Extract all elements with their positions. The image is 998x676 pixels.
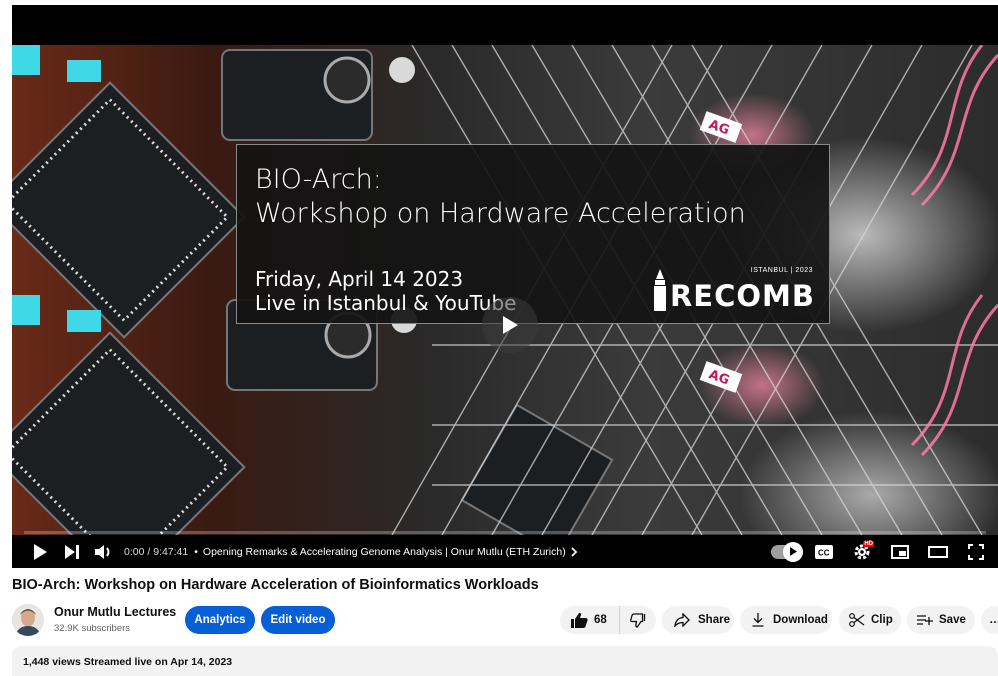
thumbs-up-icon	[570, 612, 588, 628]
card-title-line1: BIO-Arch:	[255, 164, 382, 195]
play-icon	[34, 543, 47, 560]
captions-icon: CC	[815, 544, 833, 559]
play-icon	[503, 316, 518, 334]
logo-city: ISTANBUL | 2023	[750, 267, 813, 274]
autoplay-play-icon	[790, 547, 797, 556]
subscriber-count: 32.9K subscribers	[54, 623, 131, 634]
hd-badge: HD	[863, 541, 874, 547]
share-button[interactable]: Share	[662, 606, 734, 634]
settings-button[interactable]: HD	[846, 535, 878, 568]
fullscreen-icon	[968, 543, 984, 560]
player-controls: 0:00 / 9:47:41 • Opening Remarks & Accel…	[12, 535, 998, 568]
like-count: 68	[594, 614, 607, 626]
play-button[interactable]	[24, 535, 56, 568]
scissors-icon	[849, 613, 865, 627]
save-label: Save	[939, 614, 966, 626]
download-label: Download	[773, 614, 828, 626]
theater-icon	[928, 545, 948, 558]
more-icon: …	[989, 614, 998, 626]
fullscreen-button[interactable]	[960, 535, 992, 568]
like-button[interactable]: 68	[560, 606, 620, 634]
next-button[interactable]	[56, 535, 88, 568]
right-controls: CC HD	[770, 535, 992, 568]
avatar[interactable]	[12, 604, 44, 636]
channel-row: Onur Mutlu Lectures 32.9K subscribers An…	[12, 603, 998, 639]
view-stats: 1,448 views Streamed live on Apr 14, 202…	[23, 656, 233, 668]
video-title: BIO-Arch: Workshop on Hardware Accelerat…	[12, 577, 539, 593]
card-date: Friday, April 14 2023	[255, 267, 464, 291]
big-play-button[interactable]	[482, 297, 538, 353]
like-dislike-group: 68	[560, 606, 656, 634]
chapter-label: Opening Remarks & Accelerating Genome An…	[202, 545, 566, 558]
playlist-add-icon	[917, 614, 933, 626]
video-player[interactable]: AG AG BIO-Arch: Workshop on Hardware Acc…	[12, 5, 998, 568]
clip-label: Clip	[871, 614, 893, 626]
recomb-logo: ISTANBUL | 2023 RECOMB	[643, 267, 815, 313]
share-label: Share	[698, 614, 730, 626]
autoplay-toggle[interactable]	[770, 535, 803, 568]
theater-button[interactable]	[922, 535, 954, 568]
volume-icon	[95, 544, 110, 559]
logo-word: RECOMB	[669, 279, 815, 313]
video-frame[interactable]: AG AG BIO-Arch: Workshop on Hardware Acc…	[12, 45, 998, 535]
dislike-button[interactable]	[620, 606, 656, 634]
captions-button[interactable]: CC	[808, 535, 840, 568]
download-button[interactable]: Download	[740, 606, 832, 634]
download-icon	[752, 613, 764, 627]
next-icon	[65, 544, 79, 559]
card-title: BIO-Arch: Workshop on Hardware Accelerat…	[255, 163, 746, 231]
more-actions-button[interactable]: …	[981, 606, 998, 634]
analytics-button[interactable]: Analytics	[185, 606, 255, 634]
autoplay-track	[771, 541, 803, 562]
card-title-line2: Workshop on Hardware Acceleration	[255, 198, 746, 229]
description-box[interactable]: 1,448 views Streamed live on Apr 14, 202…	[12, 646, 998, 676]
thumbs-down-icon	[629, 612, 646, 628]
clip-button[interactable]: Clip	[839, 606, 901, 634]
volume-button[interactable]	[88, 535, 120, 568]
edit-video-button[interactable]: Edit video	[261, 606, 335, 634]
channel-name[interactable]: Onur Mutlu Lectures	[54, 605, 176, 619]
share-icon	[674, 613, 690, 627]
chevron-right-icon	[571, 546, 577, 557]
svg-text:CC: CC	[818, 548, 830, 557]
card-location: Live in Istanbul & YouTube	[255, 291, 517, 315]
miniplayer-button[interactable]	[884, 535, 916, 568]
chapter-separator: •	[194, 545, 198, 558]
chapter-title[interactable]: • Opening Remarks & Accelerating Genome …	[194, 546, 577, 558]
autoplay-knob	[783, 541, 803, 562]
time-display: 0:00 / 9:47:41	[124, 545, 189, 558]
title-card: BIO-Arch: Workshop on Hardware Accelerat…	[236, 144, 830, 324]
card-subtitle: Friday, April 14 2023 Live in Istanbul &…	[255, 267, 516, 315]
progress-bar[interactable]	[24, 531, 986, 534]
tower-icon	[654, 269, 666, 311]
channel-avatar-image	[12, 604, 44, 636]
miniplayer-icon	[891, 544, 909, 559]
save-button[interactable]: Save	[907, 606, 975, 634]
